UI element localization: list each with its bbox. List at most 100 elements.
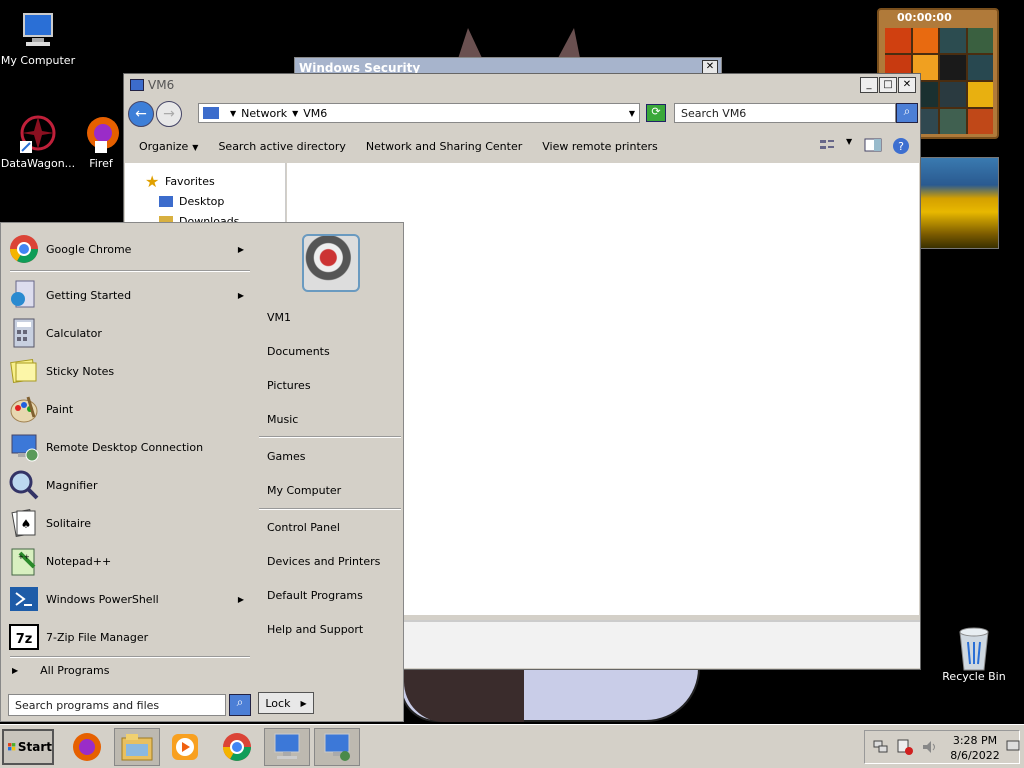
view-remote-printers-button[interactable]: View remote printers bbox=[542, 140, 658, 153]
start-item-control-panel[interactable]: Control Panel bbox=[267, 521, 340, 534]
view-controls: ▼ ? bbox=[818, 137, 910, 154]
chevron-down-icon[interactable]: ▼ bbox=[629, 109, 635, 118]
search-icon[interactable]: ⌕ bbox=[229, 694, 251, 716]
view-options-icon[interactable] bbox=[818, 137, 836, 153]
forward-button[interactable]: → bbox=[156, 101, 182, 127]
taskbar-network[interactable] bbox=[314, 728, 360, 766]
remote-desktop-icon bbox=[274, 733, 300, 759]
address-bar: ← → ▼ Network ▼ VM6 ▼ ⟳ Search VM6 ⌕ bbox=[128, 100, 918, 128]
start-program-label: Magnifier bbox=[46, 478, 98, 492]
start-item-vm1[interactable]: VM1 bbox=[267, 311, 291, 324]
lock-button[interactable]: Lock ▶ bbox=[258, 692, 314, 714]
powershell-icon bbox=[8, 583, 40, 615]
command-bar: Organize ▼ Search active directory Networ… bbox=[125, 131, 920, 161]
network-sharing-center-button[interactable]: Network and Sharing Center bbox=[366, 140, 522, 153]
start-program-paint[interactable]: Paint bbox=[8, 392, 252, 426]
refresh-button[interactable]: ⟳ bbox=[646, 104, 666, 122]
paint-icon bbox=[8, 393, 40, 425]
remote-desktop-icon bbox=[8, 431, 40, 463]
start-item-help-support[interactable]: Help and Support bbox=[267, 623, 363, 636]
nav-desktop[interactable]: Desktop bbox=[125, 191, 285, 211]
separator bbox=[259, 508, 401, 510]
minimize-button[interactable]: _ bbox=[860, 77, 878, 93]
start-program-label: 7-Zip File Manager bbox=[46, 630, 149, 644]
help-icon[interactable]: ? bbox=[892, 137, 910, 154]
start-program-label: Notepad++ bbox=[46, 554, 112, 568]
start-item-default-programs[interactable]: Default Programs bbox=[267, 589, 363, 602]
breadcrumb-network[interactable]: Network bbox=[241, 107, 287, 120]
start-item-devices-printers[interactable]: Devices and Printers bbox=[267, 555, 380, 568]
windows-security-close-button[interactable]: ✕ bbox=[702, 60, 718, 74]
start-program-google-chrome[interactable]: Google Chrome ▶ bbox=[8, 232, 252, 266]
start-program-label: Sticky Notes bbox=[46, 364, 115, 378]
breadcrumb[interactable]: ▼ Network ▼ VM6 ▼ bbox=[198, 103, 640, 123]
desktop-icon-firefox[interactable]: Firef bbox=[78, 113, 124, 170]
firefox-icon bbox=[81, 113, 121, 153]
volume-icon[interactable] bbox=[921, 739, 937, 755]
action-center-warning-icon[interactable] bbox=[897, 739, 913, 755]
start-program-sticky-notes[interactable]: Sticky Notes bbox=[8, 354, 252, 388]
user-avatar[interactable] bbox=[302, 234, 360, 292]
getting-started-icon bbox=[8, 279, 40, 311]
chevron-down-icon[interactable]: ▼ bbox=[846, 137, 854, 153]
search-active-directory-button[interactable]: Search active directory bbox=[218, 140, 345, 153]
svg-text:♠: ♠ bbox=[21, 517, 32, 531]
desktop-icon-datawagon[interactable]: DataWagon... bbox=[0, 113, 76, 170]
start-program-getting-started[interactable]: Getting Started ▶ bbox=[8, 278, 252, 312]
start-item-pictures[interactable]: Pictures bbox=[267, 379, 311, 392]
chrome-icon bbox=[223, 733, 251, 761]
search-input[interactable]: Search VM6 bbox=[674, 103, 896, 123]
explorer-icon bbox=[121, 734, 153, 761]
start-button[interactable]: Start bbox=[2, 729, 54, 765]
start-item-my-computer[interactable]: My Computer bbox=[267, 484, 341, 497]
start-program-7-zip-file-manager[interactable]: 7z 7-Zip File Manager bbox=[8, 620, 252, 654]
start-program-label: Solitaire bbox=[46, 516, 91, 530]
start-program-solitaire[interactable]: ♠ Solitaire bbox=[8, 506, 252, 540]
maximize-button[interactable]: □ bbox=[879, 77, 897, 93]
chevron-right-icon[interactable]: ▼ bbox=[292, 109, 298, 118]
start-search-input[interactable]: Search programs and files bbox=[8, 694, 226, 716]
svg-text:7z: 7z bbox=[16, 632, 33, 647]
search-icon[interactable]: ⌕ bbox=[896, 103, 918, 123]
taskbar-remote-desktop[interactable] bbox=[264, 728, 310, 766]
magnifier-icon bbox=[8, 469, 40, 501]
preview-pane-icon[interactable] bbox=[864, 137, 882, 153]
explorer-titlebar[interactable]: VM6 bbox=[124, 74, 920, 96]
desktop-icon-recycle-bin[interactable]: Recycle Bin bbox=[936, 626, 1012, 683]
chevron-right-icon[interactable]: ▶ bbox=[300, 699, 306, 708]
breadcrumb-vm6[interactable]: VM6 bbox=[303, 107, 327, 120]
firefox-icon bbox=[73, 733, 101, 761]
start-item-music[interactable]: Music bbox=[267, 413, 298, 426]
back-button[interactable]: ← bbox=[128, 101, 154, 127]
start-program-remote-desktop-connection[interactable]: Remote Desktop Connection bbox=[8, 430, 252, 464]
chevron-right-icon[interactable]: ▼ bbox=[230, 109, 236, 118]
start-menu[interactable]: Google Chrome ▶ Getting Started ▶ Calculator… bbox=[0, 222, 404, 722]
desktop-icon-my-computer[interactable]: My Computer bbox=[0, 10, 76, 67]
show-desktop-icon[interactable] bbox=[1006, 739, 1020, 756]
separator bbox=[10, 656, 250, 658]
nav-favorites[interactable]: ★ Favorites bbox=[125, 171, 285, 191]
taskbar-firefox[interactable] bbox=[64, 728, 110, 766]
close-button[interactable]: ✕ bbox=[898, 77, 916, 93]
start-item-documents[interactable]: Documents bbox=[267, 345, 330, 358]
clock[interactable]: 3:28 PM 8/6/2022 bbox=[943, 733, 1007, 763]
notepadpp-icon: ++ bbox=[8, 545, 40, 577]
windows-logo-icon bbox=[8, 743, 16, 751]
all-programs-button[interactable]: ▶ All Programs bbox=[12, 664, 109, 677]
start-item-games[interactable]: Games bbox=[267, 450, 305, 463]
sticky-notes-icon bbox=[8, 355, 40, 387]
organize-button[interactable]: Organize ▼ bbox=[139, 140, 198, 153]
start-program-calculator[interactable]: Calculator bbox=[8, 316, 252, 350]
taskbar-explorer[interactable] bbox=[114, 728, 160, 766]
photo-gadget-tulips[interactable] bbox=[920, 157, 999, 249]
start-program-label: Getting Started bbox=[46, 288, 132, 302]
start-program-notepad[interactable]: ++ Notepad++ bbox=[8, 544, 252, 578]
start-menu-programs: Google Chrome ▶ Getting Started ▶ Calculator… bbox=[2, 224, 254, 720]
taskbar-media-player[interactable] bbox=[162, 728, 208, 766]
start-program-magnifier[interactable]: Magnifier bbox=[8, 468, 252, 502]
chevron-right-icon: ▶ bbox=[237, 594, 244, 604]
7zip-icon: 7z bbox=[8, 621, 40, 653]
taskbar-chrome[interactable] bbox=[214, 728, 260, 766]
network-status-icon[interactable] bbox=[873, 739, 889, 755]
start-program-windows-powershell[interactable]: Windows PowerShell ▶ bbox=[8, 582, 252, 616]
